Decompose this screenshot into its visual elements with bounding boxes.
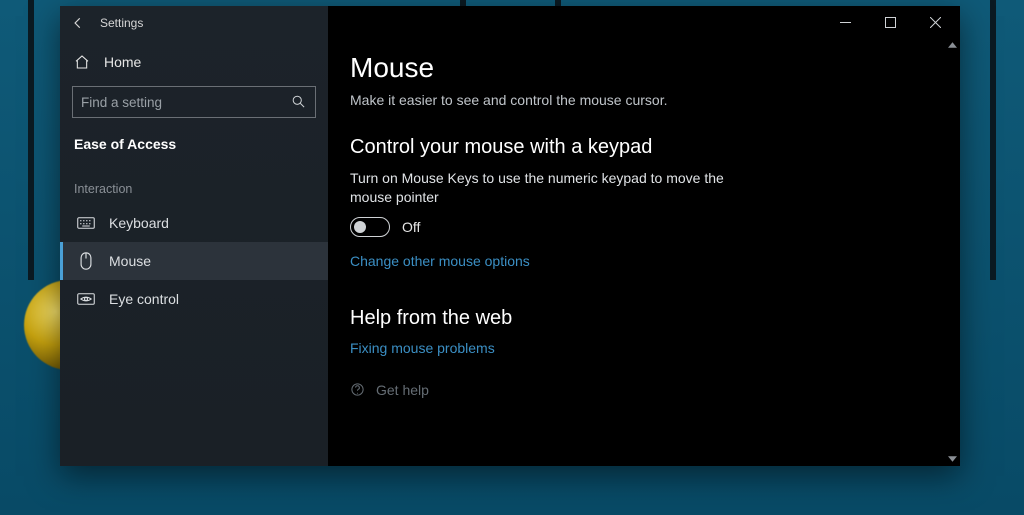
home-icon bbox=[74, 54, 90, 70]
titlebar-left: Settings bbox=[60, 6, 328, 38]
toggle-knob bbox=[354, 221, 366, 233]
sidebar-item-mouse[interactable]: Mouse bbox=[60, 242, 328, 280]
mouse-icon bbox=[77, 253, 95, 269]
content-pane: Mouse Make it easier to see and control … bbox=[328, 6, 960, 466]
section-title-keypad: Control your mouse with a keypad bbox=[350, 136, 934, 159]
fixing-mouse-problems-link[interactable]: Fixing mouse problems bbox=[350, 340, 495, 356]
decor-stem-right bbox=[990, 0, 996, 280]
maximize-button[interactable] bbox=[868, 7, 913, 37]
back-button[interactable] bbox=[70, 15, 86, 31]
eye-icon bbox=[77, 291, 95, 307]
decor-stem-left bbox=[28, 0, 34, 280]
settings-window: Settings Home Ease of Access Interaction… bbox=[60, 6, 960, 466]
scroll-up-arrow-icon[interactable] bbox=[945, 38, 960, 52]
scrollbar-vertical[interactable] bbox=[945, 38, 960, 466]
page-subtitle: Make it easier to see and control the mo… bbox=[350, 92, 934, 108]
home-button[interactable]: Home bbox=[60, 38, 328, 80]
page-title: Mouse bbox=[350, 52, 934, 84]
category-title: Ease of Access bbox=[60, 128, 328, 158]
window-title: Settings bbox=[100, 16, 143, 30]
search-input[interactable] bbox=[81, 95, 291, 110]
toggle-state-label: Off bbox=[402, 219, 420, 235]
sidebar-item-keyboard[interactable]: Keyboard bbox=[60, 204, 328, 242]
change-other-mouse-options-link[interactable]: Change other mouse options bbox=[350, 253, 530, 269]
mouse-keys-toggle[interactable] bbox=[350, 217, 390, 237]
scroll-down-arrow-icon[interactable] bbox=[945, 452, 960, 466]
help-section: Help from the web Fixing mouse problems bbox=[350, 307, 934, 358]
sidebar-item-label: Keyboard bbox=[109, 215, 169, 231]
minimize-button[interactable] bbox=[823, 7, 868, 37]
close-button[interactable] bbox=[913, 7, 958, 37]
section-desc-keypad: Turn on Mouse Keys to use the numeric ke… bbox=[350, 169, 730, 207]
sidebar-pane: Settings Home Ease of Access Interaction… bbox=[60, 6, 328, 466]
search-icon bbox=[291, 94, 307, 110]
sidebar-item-label: Eye control bbox=[109, 291, 179, 307]
sidebar-item-label: Mouse bbox=[109, 253, 151, 269]
content-scroll: Mouse Make it easier to see and control … bbox=[328, 38, 960, 466]
keyboard-icon bbox=[77, 215, 95, 231]
search-box[interactable] bbox=[72, 86, 316, 118]
group-label-interaction: Interaction bbox=[60, 158, 328, 204]
home-label: Home bbox=[104, 54, 141, 70]
help-icon bbox=[350, 382, 366, 398]
mouse-keys-toggle-row: Off bbox=[350, 217, 934, 237]
help-title: Help from the web bbox=[350, 307, 934, 330]
get-help-label: Get help bbox=[376, 382, 429, 398]
get-help-button[interactable]: Get help bbox=[350, 382, 934, 398]
titlebar-right bbox=[328, 6, 960, 38]
sidebar-item-eye-control[interactable]: Eye control bbox=[60, 280, 328, 318]
